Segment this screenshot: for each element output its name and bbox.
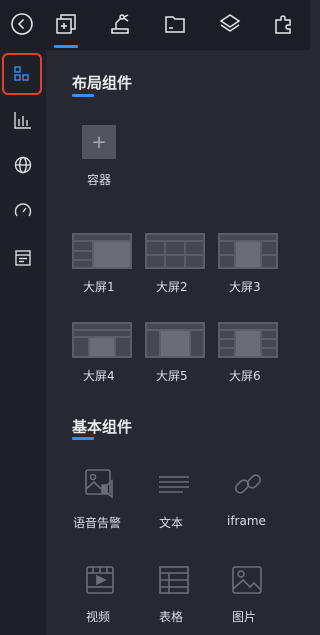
sidebar-item-map[interactable] (0, 145, 46, 185)
add-component-icon (56, 14, 76, 34)
basic-label: 语音告警 (73, 516, 122, 530)
screen-template-5[interactable]: 大屏5 (145, 322, 205, 384)
screen-layout-thumbnail (218, 233, 278, 269)
layers-icon (219, 14, 241, 32)
screen-layout-thumbnail (218, 322, 278, 358)
basic-component-text[interactable]: 文本 (145, 466, 205, 532)
screen-layout-thumbnail (145, 233, 205, 269)
tab-layers[interactable] (208, 0, 252, 48)
table-icon (156, 562, 192, 598)
sidebar-item-layout[interactable] (2, 53, 42, 95)
screen-label: 大屏5 (156, 369, 188, 383)
back-button[interactable] (0, 0, 44, 48)
basic-label: 视频 (86, 610, 111, 624)
puzzle-icon (275, 15, 291, 34)
screen-layout-thumbnail (72, 233, 132, 269)
screen-template-3[interactable]: 大屏3 (218, 233, 278, 295)
screen-label: 大屏1 (83, 280, 115, 294)
tab-robot[interactable] (98, 0, 142, 48)
gauge-icon (14, 203, 32, 217)
tab-add-component[interactable] (44, 0, 88, 48)
globe-icon (14, 156, 32, 174)
basic-component-table[interactable]: 表格 (145, 562, 205, 628)
top-toolbar (0, 0, 310, 50)
basic-label: iframe (227, 514, 266, 528)
sidebar-item-charts[interactable] (0, 100, 46, 140)
screen-label: 大屏2 (156, 280, 188, 294)
basic-component-voice-alarm[interactable]: 语音告警 (72, 466, 132, 532)
bar-chart-icon (14, 112, 31, 129)
video-icon (82, 562, 118, 598)
text-lines-icon (156, 466, 192, 502)
container-component[interactable]: + 容器 (72, 118, 132, 192)
form-icon (15, 250, 31, 266)
basic-label: 图片 (232, 610, 257, 624)
screen-template-6[interactable]: 大屏6 (218, 322, 278, 384)
basic-component-image[interactable]: 图片 (218, 562, 278, 628)
folder-icon (165, 16, 185, 33)
section-underline (72, 94, 94, 97)
image-icon (229, 562, 265, 598)
robot-arm-icon (111, 14, 129, 34)
back-circle-icon (11, 13, 33, 35)
category-sidebar (0, 50, 46, 635)
layout-grid-icon (14, 66, 29, 81)
screen-template-4[interactable]: 大屏4 (72, 322, 132, 384)
screen-layout-thumbnail (72, 322, 132, 358)
basic-component-video[interactable]: 视频 (72, 562, 132, 628)
section-title-basic: 基本组件 (72, 418, 133, 436)
container-add-icon: + (82, 125, 116, 159)
section-title-layout: 布局组件 (72, 74, 133, 92)
screen-template-1[interactable]: 大屏1 (72, 233, 132, 295)
basic-label: 文本 (159, 516, 184, 530)
link-icon (230, 466, 266, 502)
section-underline (72, 437, 94, 440)
basic-label: 表格 (159, 610, 184, 624)
tab-plugins[interactable] (262, 0, 306, 48)
voice-alarm-icon (82, 466, 118, 502)
sidebar-item-gauge[interactable] (0, 191, 46, 231)
screen-layout-thumbnail (145, 322, 205, 358)
screen-template-2[interactable]: 大屏2 (145, 233, 205, 295)
tab-folder[interactable] (153, 0, 197, 48)
basic-component-iframe[interactable]: iframe (218, 466, 278, 532)
sidebar-item-form[interactable] (0, 238, 46, 278)
screen-label: 大屏6 (229, 369, 261, 383)
container-label: 容器 (87, 173, 112, 187)
screen-label: 大屏3 (229, 280, 261, 294)
screen-label: 大屏4 (83, 369, 115, 383)
